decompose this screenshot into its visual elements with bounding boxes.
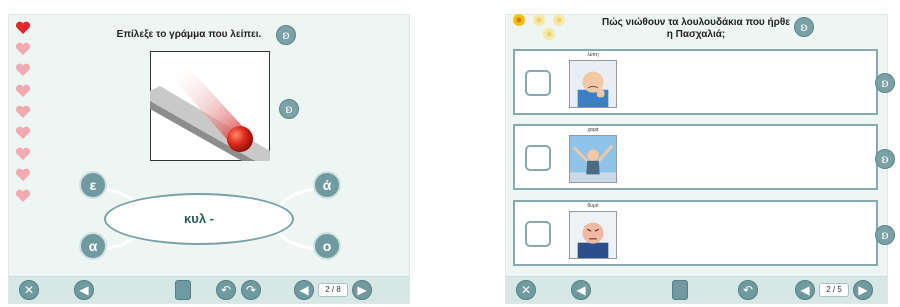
letter-option-alpha-accent[interactable]: ά (313, 171, 341, 199)
ear-icon[interactable]: ʚ (875, 225, 895, 245)
ear-icon[interactable]: ʚ (276, 25, 296, 45)
option-label: θυμό (587, 203, 599, 209)
prev-icon[interactable]: ◀ (294, 280, 314, 300)
notes-icon[interactable] (672, 280, 688, 300)
bottom-toolbar: ✕ ◀ ↶ ◀ 2 / 5 ▶ (506, 276, 887, 303)
option-label: χαρά (587, 127, 599, 133)
answer-checkbox[interactable] (525, 145, 551, 171)
next-icon[interactable]: ▶ (853, 280, 873, 300)
word-fragment: κυλ - (104, 193, 294, 245)
prev-icon[interactable]: ◀ (795, 280, 815, 300)
flower-icon (553, 14, 565, 26)
heart-icon-filled (15, 21, 31, 34)
heart-icon (15, 84, 31, 97)
notes-icon[interactable] (175, 280, 191, 300)
ear-icon[interactable]: ʚ (875, 73, 895, 93)
flower-icon (533, 14, 545, 26)
ear-icon[interactable]: ʚ (875, 149, 895, 169)
answer-option[interactable]: λύπη (513, 49, 878, 115)
ear-icon[interactable]: ʚ (794, 17, 814, 37)
answer-checkbox[interactable] (525, 221, 551, 247)
answer-checkbox[interactable] (525, 70, 551, 96)
rolling-red-ball-image (150, 51, 270, 161)
flower-icon (543, 28, 555, 40)
question-line-1: Πώς νιώθουν τα λουλουδάκια που ήρθε (602, 17, 790, 28)
sad-boy-image (569, 60, 617, 108)
heart-icon (15, 147, 31, 160)
letter-exercise-screen: Επίλεξε το γράμμα που λείπει. ʚ ʚ ε ά α … (8, 14, 410, 304)
answer-option[interactable]: χαρά (513, 124, 878, 190)
letter-option-epsilon[interactable]: ε (79, 171, 107, 199)
question-line-2: η Πασχαλιά; (666, 29, 726, 40)
angry-boy-image (569, 211, 617, 259)
bottom-toolbar: ✕ ◀ ↶ ↷ ◀ 2 / 8 ▶ (9, 276, 409, 303)
next-icon[interactable]: ▶ (352, 280, 372, 300)
page-indicator: 2 / 5 (819, 283, 849, 297)
back-arrow-icon[interactable]: ◀ (571, 280, 591, 300)
undo-icon[interactable]: ↶ (216, 280, 236, 300)
heart-icon (15, 168, 31, 181)
exit-icon[interactable]: ✕ (516, 280, 536, 300)
page-indicator: 2 / 8 (318, 283, 348, 297)
flower-icon-lit (513, 14, 525, 26)
back-arrow-icon[interactable]: ◀ (74, 280, 94, 300)
heart-icon (15, 63, 31, 76)
exit-icon[interactable]: ✕ (19, 280, 39, 300)
letter-option-alpha[interactable]: α (79, 232, 107, 260)
heart-icon (15, 105, 31, 118)
option-label: λύπη (587, 52, 599, 58)
redo-icon[interactable]: ↷ (241, 280, 261, 300)
question-text: Επίλεξε το γράμμα που λείπει. (116, 29, 262, 40)
ear-icon[interactable]: ʚ (279, 99, 299, 119)
answer-option[interactable]: θυμό (513, 200, 878, 266)
letter-option-omicron[interactable]: ο (313, 232, 341, 260)
heart-icon (15, 42, 31, 55)
feelings-exercise-screen: Πώς νιώθουν τα λουλουδάκια που ήρθε η Πα… (505, 14, 895, 304)
question-text: Πώς νιώθουν τα λουλουδάκια που ήρθε η Πα… (596, 17, 796, 41)
heart-icon (15, 189, 31, 202)
heart-icon (15, 126, 31, 139)
undo-icon[interactable]: ↶ (738, 280, 758, 300)
happy-child-image (569, 135, 617, 183)
